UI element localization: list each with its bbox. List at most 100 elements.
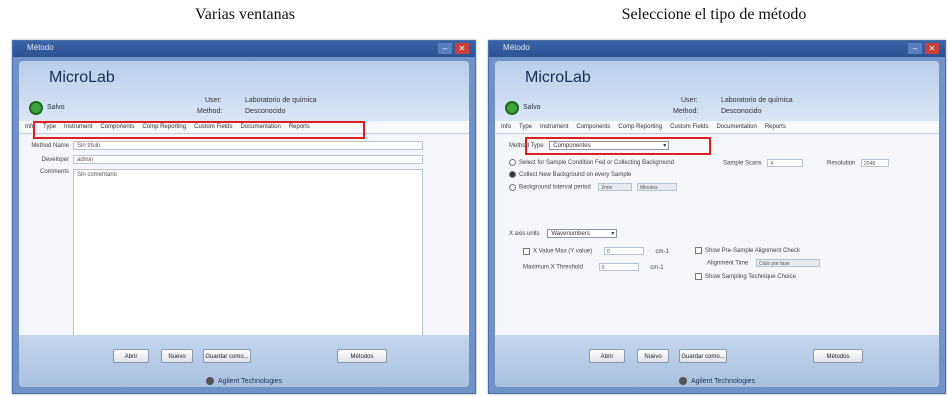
method-name-label: Method Name [31,142,69,149]
radio-sample-condition[interactable] [509,159,516,166]
radio1-label: Select for Sample Condition Fed or Colle… [519,160,675,167]
footer: Abrir Nuevo Guardar como... Métodos Agil… [495,335,939,387]
tab-instrument[interactable]: Instrument [538,124,570,130]
method-label: Method: [197,108,223,115]
open-button[interactable]: Abrir [589,349,625,363]
scans-row: Sample Scans 4 [723,159,804,167]
developer-input[interactable]: admin [73,155,423,164]
agilent-logo-icon [678,377,687,385]
open-button[interactable]: Abrir [113,349,149,363]
sampling-checkbox[interactable] [695,273,702,280]
method-window-left: Método – ✕ MicroLab User: Laboratorio de… [12,40,476,394]
footer-brand: Agilent Technologies [657,377,777,385]
header: MicroLab User: Laboratorio de química Me… [19,61,469,121]
interval-input[interactable]: 2min [598,183,633,191]
alignment-check-row: Show Pre-Sample Alignment Check [695,247,800,254]
xmax-unit: cm-1 [655,248,669,255]
scans-input[interactable]: 4 [767,159,804,167]
comments-row: Comments [19,169,73,175]
close-button[interactable]: ✕ [925,43,939,54]
alignment-checkbox[interactable] [695,247,702,254]
agilent-logo-icon [205,377,214,385]
footer-brand-text: Agilent Technologies [217,377,283,385]
x-axis-value: Wavenumbers [551,231,590,237]
method-label: Method: [673,108,699,115]
title-bar: Método – ✕ [489,41,945,57]
chk1-label: Show Pre-Sample Alignment Check [705,248,801,255]
caption-right: Seleccione el tipo de método [621,6,807,23]
radio-row-2: Collect New Background on every Sample [509,171,631,178]
comments-textarea[interactable]: Sin comentario [73,169,423,349]
round-status-button[interactable] [29,101,43,115]
brand-title: MicroLab [49,69,115,86]
method-name-row: Method Name Sin título [19,141,423,150]
developer-label: Developer [41,156,69,163]
tab-comp-reporting[interactable]: Comp Reporting [616,124,664,130]
method-value: Desconocido [245,108,286,115]
user-value: Laboratorio de química [245,97,317,104]
chk2-label: Show Sampling Technique Choice [705,274,796,281]
tab-reports[interactable]: Reports [763,124,788,130]
footer-brand: Agilent Technologies [184,377,304,385]
radio-row-3: Background Interval period 2min Minutos [509,183,678,191]
save-as-button[interactable]: Guardar como... [203,349,251,363]
title-bar: Método – ✕ [13,41,475,57]
alignment-select[interactable]: Ciclo por fase [756,259,821,267]
radio-collect-new[interactable] [509,171,516,178]
tab-type[interactable]: Type [517,124,534,130]
caption-left: Varias ventanas [195,6,295,23]
xthresh-input[interactable]: 0 [598,263,639,271]
x-axis-label: X axis units [509,231,540,238]
methods-button[interactable]: Métodos [813,349,863,363]
footer: Abrir Nuevo Guardar como... Métodos Agil… [19,335,469,387]
xmax-input[interactable]: 0 [603,247,644,255]
window-title: Método [503,43,530,52]
round-status-label: Salvo [523,104,541,111]
new-button[interactable]: Nuevo [637,349,669,363]
round-status-button[interactable] [505,101,519,115]
save-as-button[interactable]: Guardar como... [679,349,727,363]
window-client: MicroLab User: Laboratorio de química Me… [495,61,939,387]
tab-custom-fields[interactable]: Custom Fields [668,124,710,130]
x-axis-select[interactable]: Wavenumbers ▾ [547,229,618,238]
tab-info[interactable]: Info [499,124,513,130]
user-label: User: [681,97,698,104]
xthresh-unit: cm-1 [650,264,664,271]
alignment-time-row: Alignment Time Ciclo por fase [707,259,821,267]
window-title: Método [27,43,54,52]
resolution-row: Resolution 2048 [827,159,890,167]
radio-background-interval[interactable] [509,183,516,191]
header: MicroLab User: Laboratorio de química Me… [495,61,939,121]
methods-button[interactable]: Métodos [337,349,387,363]
new-button[interactable]: Nuevo [161,349,193,363]
chevron-down-icon: ▾ [611,231,615,237]
method-value: Desconocido [721,108,762,115]
radio-row-1: Select for Sample Condition Fed or Colle… [509,159,674,166]
close-button[interactable]: ✕ [455,43,469,54]
minimize-button[interactable]: – [438,43,452,54]
resolution-label: Resolution [827,160,856,167]
tab-components[interactable]: Components [574,124,612,130]
info-panel: Method Name Sin título Developer admin C… [19,135,469,349]
footer-brand-text: Agilent Technologies [690,377,756,385]
xmax-checkbox[interactable] [523,247,530,255]
interval-unit-select[interactable]: Minutos [637,183,678,191]
user-value: Laboratorio de química [721,97,793,104]
round-status-label: Salvo [47,104,65,111]
developer-row: Developer admin [19,155,423,164]
comments-label: Comments [39,169,69,175]
tab-documentation[interactable]: Documentation [714,124,758,130]
xthresh-label: Maximum X Threshold [523,264,583,271]
xmax-row: X Value Max (Y value) 0 cm-1 [523,247,669,255]
resolution-input[interactable]: 2048 [861,159,890,167]
type-panel: Method Type Componentes ▾ Select for Samp… [495,135,939,335]
user-label: User: [205,97,222,104]
sampling-check-row: Show Sampling Technique Choice [695,273,796,280]
window-client: MicroLab User: Laboratorio de química Me… [19,61,469,387]
xmax-label: X Value Max (Y value) [533,248,593,255]
method-name-input[interactable]: Sin título [73,141,423,150]
x-axis-row: X axis units Wavenumbers ▾ [509,229,618,238]
brand-title: MicroLab [525,69,591,86]
minimize-button[interactable]: – [908,43,922,54]
radio3-label: Background Interval period [519,184,591,191]
